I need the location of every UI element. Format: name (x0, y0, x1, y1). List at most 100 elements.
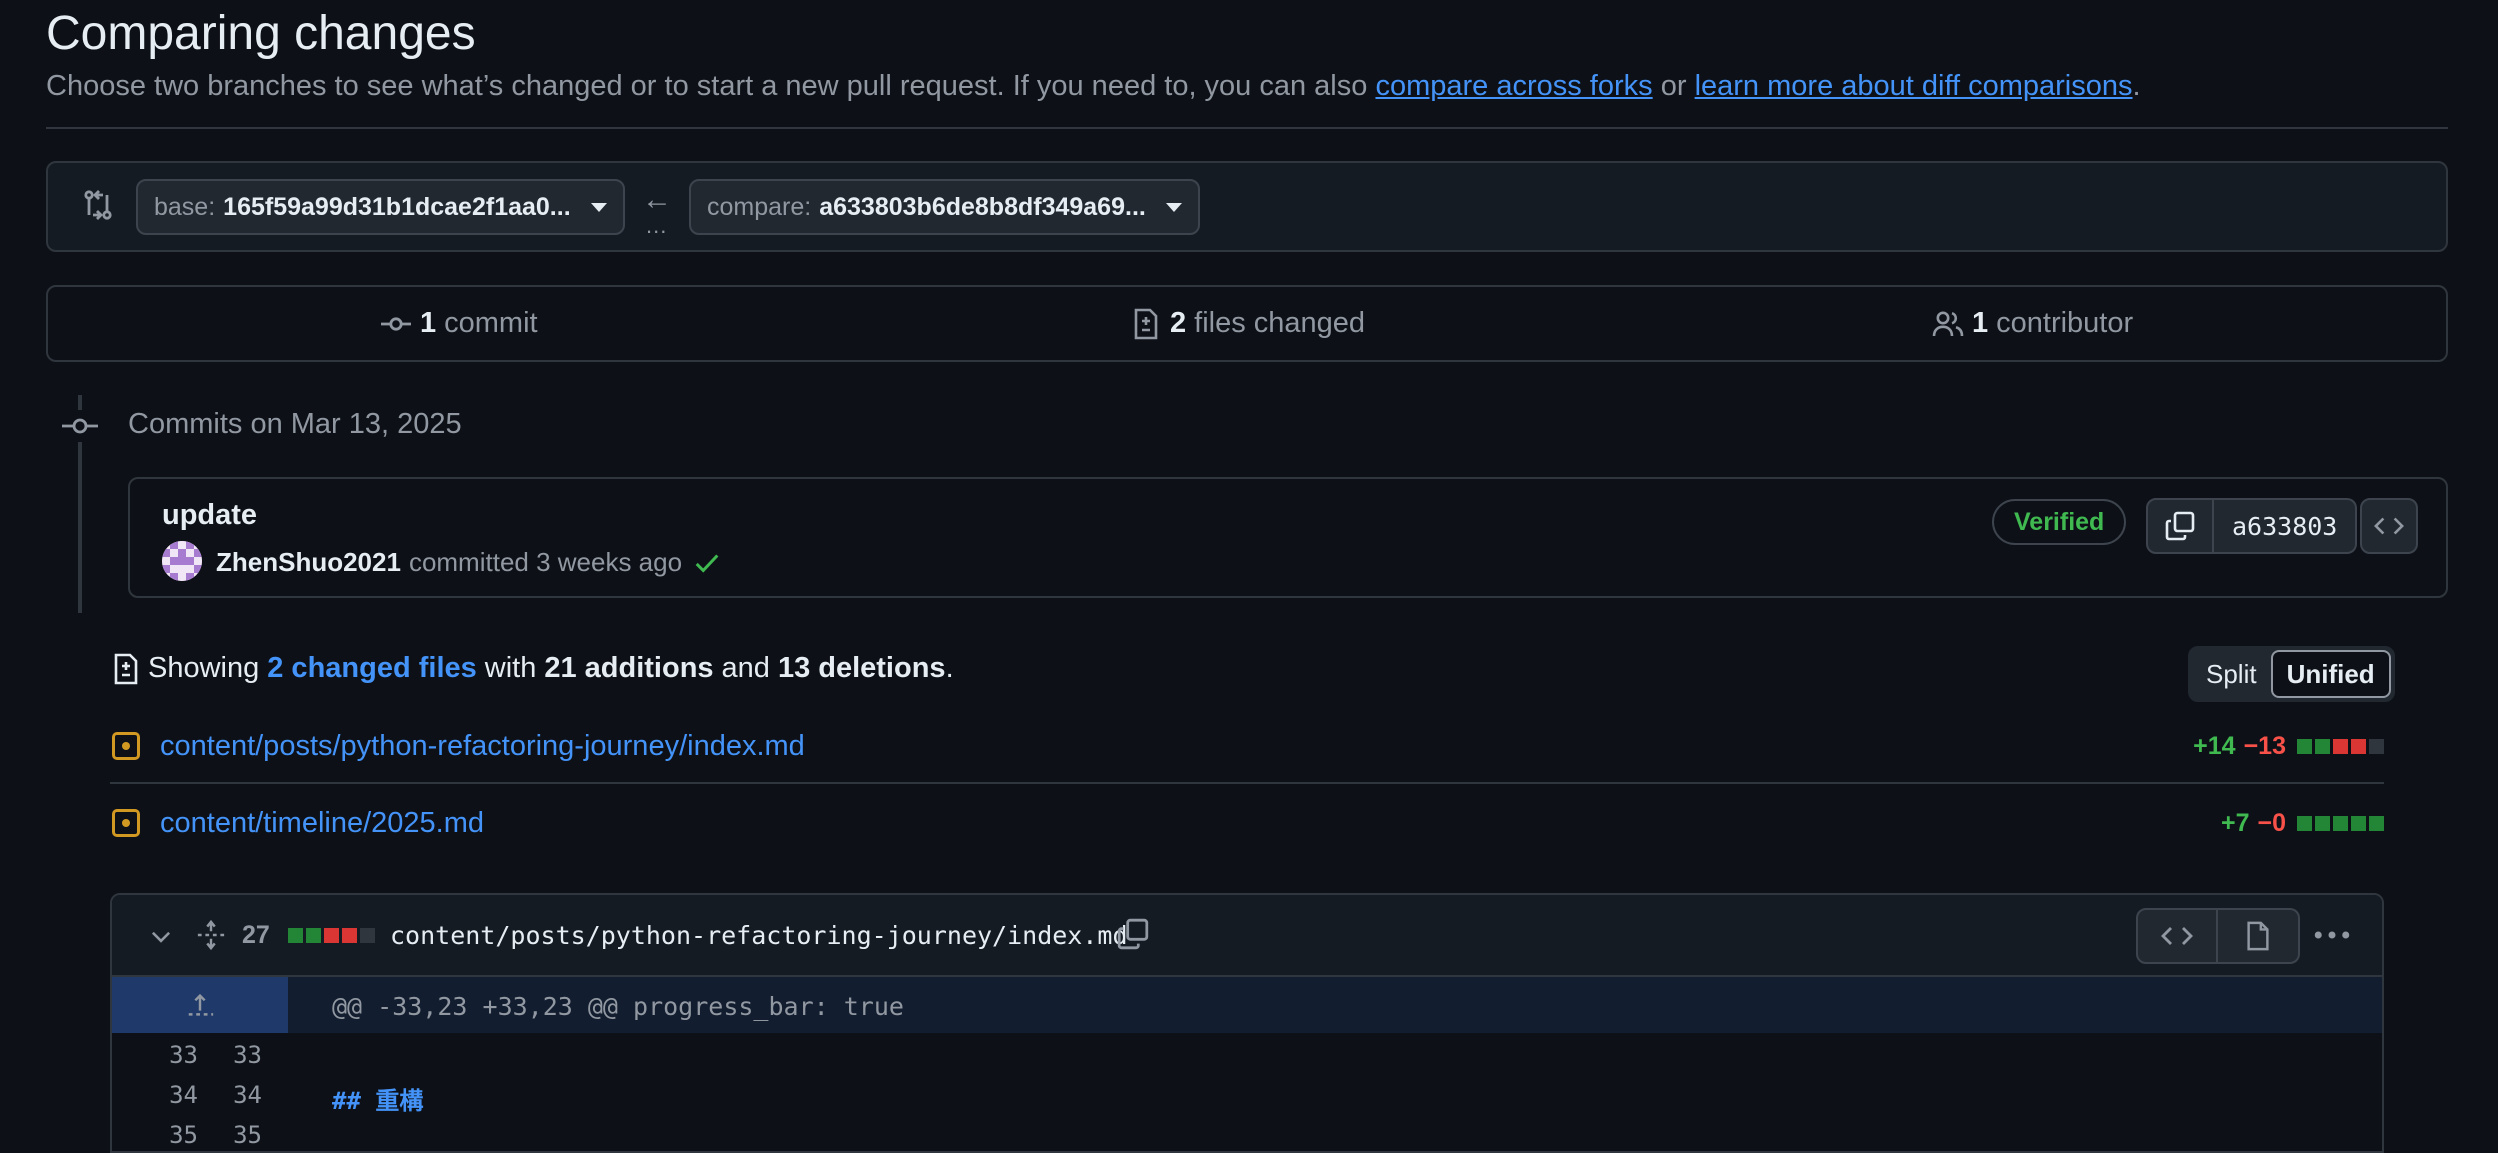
diff-change-count: 27 (242, 921, 270, 949)
diff-line: 33 33 (112, 1033, 2382, 1073)
file-diff-icon (114, 653, 138, 684)
commits-tab[interactable]: 1 commit (380, 307, 538, 340)
file-list-item: content/timeline/2025.md +7 −0 (110, 786, 2384, 860)
diffstat-block (2333, 738, 2348, 754)
sha-group: a633803 (2146, 498, 2358, 554)
subtitle-text: Choose two branches to see what’s change… (46, 70, 1368, 102)
fold-up-icon (188, 993, 214, 1016)
additions-text: 21 additions (544, 652, 714, 684)
file-deletions: −0 (2257, 808, 2286, 837)
expand-up-button[interactable] (112, 977, 288, 1033)
subtitle-or: or (1660, 70, 1687, 102)
commits-label: commit (444, 307, 538, 339)
files-changed-tab[interactable]: 2 files changed (1130, 307, 1365, 340)
commit-message-link[interactable]: update (162, 499, 257, 532)
old-line-number[interactable]: 34 (148, 1081, 198, 1109)
file-list-item: content/posts/python-refactoring-journey… (110, 710, 2384, 784)
compare-forks-link[interactable]: compare across forks (1375, 70, 1652, 102)
diffstat-block (2315, 815, 2330, 831)
code-icon (2374, 517, 2404, 535)
compare-label: compare: (707, 192, 812, 221)
file-link[interactable]: content/timeline/2025.md (160, 807, 484, 840)
diffstat-block (2297, 738, 2312, 754)
commits-date-heading: Commits on Mar 13, 2025 (128, 408, 462, 440)
file-additions: +14 (2193, 731, 2236, 760)
copy-icon[interactable] (1116, 917, 1150, 951)
new-line-number[interactable]: 33 (212, 1041, 262, 1069)
base-label: base: (154, 192, 216, 221)
diffstat-block (324, 928, 339, 943)
page-subtitle: Choose two branches to see what’s change… (46, 70, 2141, 103)
file-diff: 27 content/posts/python-refactoring-jour… (110, 893, 2384, 1153)
view-file-button[interactable] (2218, 908, 2300, 964)
kebab-horizontal-icon[interactable] (2312, 915, 2352, 955)
diffstat-blocks (2294, 815, 2384, 831)
file-modified-icon (112, 809, 140, 837)
subtitle-period: . (2132, 70, 2141, 102)
people-icon (1932, 311, 1964, 336)
file-diffstat: +7 −0 (2221, 809, 2384, 838)
author-link[interactable]: ZhenShuo2021 (216, 547, 401, 578)
verified-badge[interactable]: Verified (1992, 499, 2127, 545)
browse-repo-button[interactable] (2360, 498, 2418, 554)
compare-value: a633803b6de8b8df349a69... (819, 192, 1146, 221)
deletions-text: 13 deletions (777, 652, 946, 684)
diffstat-blocks (2294, 738, 2384, 754)
identicon-icon (162, 541, 202, 581)
commits-count: 1 (420, 307, 437, 339)
diffstat-block (342, 928, 357, 943)
file-deletions: −13 (2243, 731, 2286, 760)
page-title: Comparing changes (46, 7, 476, 60)
diffstat-block (2315, 738, 2330, 754)
file-link[interactable]: content/posts/python-refactoring-journey… (160, 730, 805, 763)
file-icon (2247, 921, 2269, 951)
file-modified-icon (112, 732, 140, 760)
commit-author-line: ZhenShuo2021 committed 3 weeks ago (216, 547, 722, 578)
diff-line: 35 35 (112, 1113, 2382, 1151)
old-line-number[interactable]: 33 (148, 1041, 198, 1069)
files-count: 2 (1170, 307, 1187, 339)
learn-more-link[interactable]: learn more about diff comparisons (1695, 70, 2133, 102)
and-text: and (721, 652, 770, 684)
diffstat-block (288, 928, 303, 943)
changed-files-link[interactable]: 2 changed files (267, 652, 477, 685)
view-code-button[interactable] (2136, 908, 2218, 964)
compare-stats: 1 commit 2 files changed 1 contributor (46, 285, 2448, 362)
showing-text: Showing (148, 652, 260, 684)
contributors-tab[interactable]: 1 contributor (1932, 307, 2133, 340)
diffstat-block (2351, 738, 2366, 754)
new-line-number[interactable]: 34 (212, 1081, 262, 1109)
commit-item: update ZhenShuo2021 committed 3 weeks ag… (128, 477, 2448, 598)
copy-sha-button[interactable] (2146, 498, 2214, 554)
file-additions: +7 (2220, 808, 2250, 837)
summary-period: . (945, 652, 954, 684)
check-icon[interactable] (692, 548, 722, 578)
new-line-number[interactable]: 35 (212, 1121, 262, 1149)
diffstat-blocks (288, 928, 378, 943)
chevron-down-icon[interactable] (148, 923, 174, 949)
caret-down-icon (1165, 202, 1182, 212)
split-view-button[interactable]: Split (2192, 650, 2271, 698)
diffstat-block (306, 928, 321, 943)
unfold-icon[interactable] (196, 919, 226, 951)
divider (46, 127, 2448, 129)
caret-down-icon (590, 202, 607, 212)
git-commit-icon (62, 410, 98, 442)
diffstat-block (2333, 815, 2348, 831)
diff-hunk-header: @@ -33,23 +33,23 @@ progress_bar: true (112, 977, 2382, 1033)
diff-view-toggle: Split Unified (2188, 646, 2395, 702)
files-label: files changed (1194, 307, 1366, 339)
diffstat-block (2297, 815, 2312, 831)
unified-view-button[interactable]: Unified (2270, 650, 2391, 698)
commit-sha-link[interactable]: a633803 (2214, 498, 2358, 554)
diffstat-block (2369, 738, 2384, 754)
diff-line: 34 34 ## 重構 (112, 1073, 2382, 1115)
range-editor: base: 165f59a99d31b1dcae2f1aa0... ← ... … (46, 161, 2448, 252)
base-branch-select[interactable]: base: 165f59a99d31b1dcae2f1aa0... (136, 179, 625, 235)
hunk-text: @@ -33,23 +33,23 @@ progress_bar: true (332, 992, 904, 1021)
avatar[interactable] (162, 541, 202, 581)
diff-summary: Showing 2 changed files with 21 addition… (110, 652, 954, 685)
diff-filename-link[interactable]: content/posts/python-refactoring-journey… (390, 921, 1128, 950)
compare-branch-select[interactable]: compare: a633803b6de8b8df349a69... (689, 179, 1200, 235)
old-line-number[interactable]: 35 (148, 1121, 198, 1149)
